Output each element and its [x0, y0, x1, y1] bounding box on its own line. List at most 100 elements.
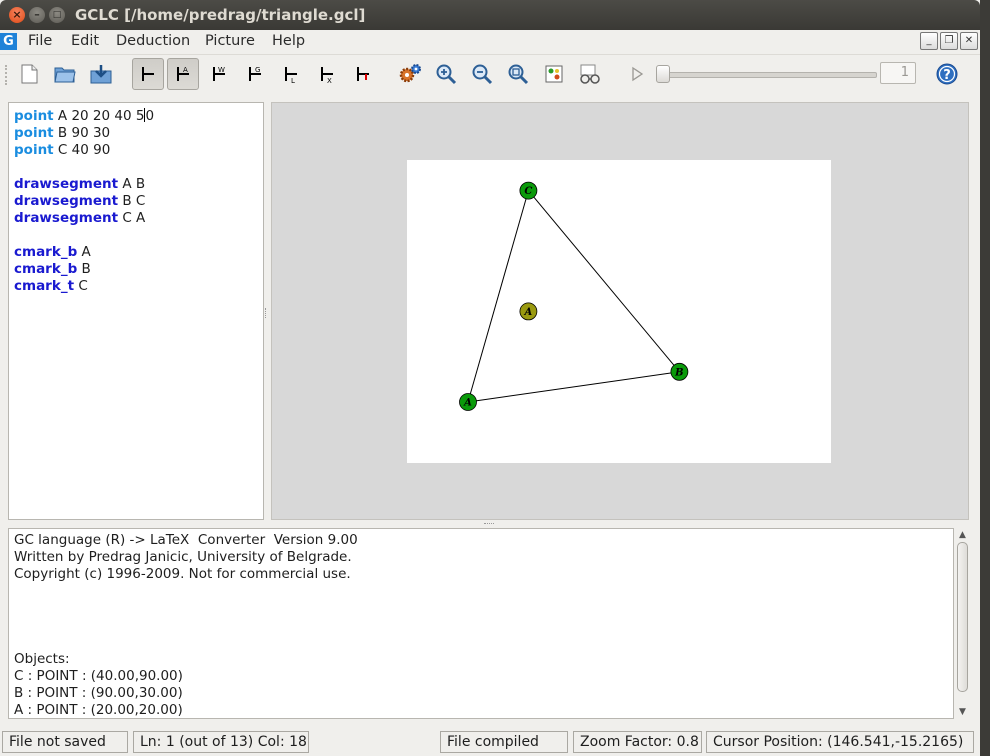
latex-export-icon: [142, 67, 154, 81]
code-args: C: [74, 278, 88, 294]
code-line: point A 20 20 40 50: [14, 108, 263, 125]
export-red-icon: [357, 67, 369, 81]
export-l-button[interactable]: L: [275, 58, 307, 90]
code-keyword: point: [14, 108, 54, 124]
output-console[interactable]: GC language (R) -> LaTeX Converter Versi…: [8, 528, 954, 719]
export-latex-a-button[interactable]: A: [167, 58, 199, 90]
export-l-icon: L: [285, 67, 297, 84]
help-button[interactable]: ?: [931, 58, 963, 90]
new-file-icon: [21, 64, 38, 84]
console-scrollbar[interactable]: ▲ ▼: [955, 528, 970, 719]
export-latex-button[interactable]: [132, 58, 164, 90]
mdi-close-button[interactable]: ✕: [960, 32, 978, 50]
gclc-window: × – □ GCLC [/home/predrag/triangle.gcl] …: [0, 0, 980, 756]
code-keyword: cmark_b: [14, 244, 78, 260]
export-g-icon: G: [249, 66, 261, 81]
zoom-in-button[interactable]: [430, 58, 462, 90]
segment-ca: [467, 190, 529, 403]
main-toolbar: A W G L X 1 ?: [0, 55, 980, 93]
export-red-button[interactable]: [347, 58, 379, 90]
console-line: Copyright (c) 1996-2009. Not for commerc…: [14, 566, 351, 582]
toolbar-grip[interactable]: [5, 65, 11, 85]
save-icon: [90, 65, 112, 84]
step-spinbox[interactable]: 1: [880, 62, 916, 84]
code-args: B: [77, 261, 91, 277]
code-line: drawsegment A B: [14, 176, 263, 193]
save-file-button[interactable]: [85, 58, 117, 90]
menu-file[interactable]: File: [28, 33, 52, 49]
status-cursor-position: Cursor Position: (146.541,-15.2165): [706, 731, 974, 753]
scroll-down-arrow-icon[interactable]: ▼: [957, 706, 968, 718]
prover-button[interactable]: [574, 58, 606, 90]
horizontal-splitter-handle[interactable]: [484, 523, 494, 527]
code-line: drawsegment C A: [14, 210, 263, 227]
code-args: A: [77, 244, 91, 260]
code-keyword: point: [14, 125, 54, 141]
mdi-minimize-button[interactable]: _: [920, 32, 938, 50]
scroll-up-arrow-icon[interactable]: ▲: [957, 529, 968, 541]
export-x-icon: X: [321, 67, 333, 84]
zoom-fit-icon: [508, 64, 529, 85]
gclc-logo-icon: G: [0, 33, 17, 50]
svg-text:?: ?: [943, 68, 951, 83]
svg-text:A: A: [183, 66, 188, 74]
code-line: cmark_b A: [14, 244, 263, 261]
code-keyword: point: [14, 142, 54, 158]
segment-bc: [528, 190, 680, 373]
menu-picture[interactable]: Picture: [205, 33, 255, 49]
zoom-out-button[interactable]: [466, 58, 498, 90]
code-line: cmark_t C: [14, 278, 263, 295]
animation-slider-track[interactable]: [663, 72, 877, 78]
open-file-button[interactable]: [49, 58, 81, 90]
code-args: B C: [118, 193, 146, 209]
console-line: B : POINT : (90.00,30.00): [14, 685, 183, 701]
zoom-fit-button[interactable]: [502, 58, 534, 90]
console-line: GC language (R) -> LaTeX Converter Versi…: [14, 532, 358, 548]
menu-deduction[interactable]: Deduction: [116, 33, 190, 49]
export-w-button[interactable]: W: [203, 58, 235, 90]
export-x-button[interactable]: X: [311, 58, 343, 90]
status-bar: File not saved Ln: 1 (out of 13) Col: 18…: [0, 729, 980, 756]
menu-bar: G File Edit Deduction Picture Help _ ❐ ✕: [0, 30, 980, 55]
close-window-button[interactable]: ×: [9, 7, 25, 23]
maximize-window-button[interactable]: □: [49, 7, 65, 23]
code-line: point B 90 30: [14, 125, 263, 142]
export-w-icon: W: [213, 66, 225, 81]
status-zoom-factor: Zoom Factor: 0.8: [573, 731, 702, 753]
point-label: A: [463, 398, 472, 409]
svg-text:G: G: [255, 66, 260, 74]
status-saved: File not saved: [2, 731, 128, 753]
code-args: A B: [118, 176, 146, 192]
code-args: A 20 20 40 5: [53, 108, 145, 124]
svg-text:L: L: [291, 77, 295, 84]
latex-export-a-icon: A: [177, 66, 189, 81]
picture-view[interactable]: A B C A: [271, 102, 969, 520]
watch-window-button[interactable]: [538, 58, 570, 90]
code-editor[interactable]: point A 20 20 40 50 point B 90 30 point …: [8, 102, 264, 520]
play-button[interactable]: [621, 58, 653, 90]
console-line: Written by Predrag Janicic, University o…: [14, 549, 352, 565]
svg-text:X: X: [327, 77, 332, 84]
help-icon: ?: [936, 63, 958, 85]
export-g-button[interactable]: G: [239, 58, 271, 90]
scrollbar-thumb[interactable]: [957, 542, 968, 692]
minimize-window-button[interactable]: –: [29, 7, 45, 23]
picture-canvas[interactable]: A B C A: [407, 160, 831, 463]
watch-window-icon: [545, 65, 563, 83]
code-line: cmark_b B: [14, 261, 263, 278]
compile-button[interactable]: [394, 58, 426, 90]
new-file-button[interactable]: [13, 58, 45, 90]
menu-edit[interactable]: Edit: [71, 33, 99, 49]
animation-slider-handle[interactable]: [656, 65, 670, 83]
zoom-out-icon: [472, 64, 493, 85]
console-line: C : POINT : (40.00,90.00): [14, 668, 183, 684]
code-keyword: drawsegment: [14, 176, 119, 192]
vertical-splitter-handle[interactable]: [265, 308, 269, 318]
mdi-restore-button[interactable]: ❐: [940, 32, 958, 50]
menu-help[interactable]: Help: [272, 33, 305, 49]
